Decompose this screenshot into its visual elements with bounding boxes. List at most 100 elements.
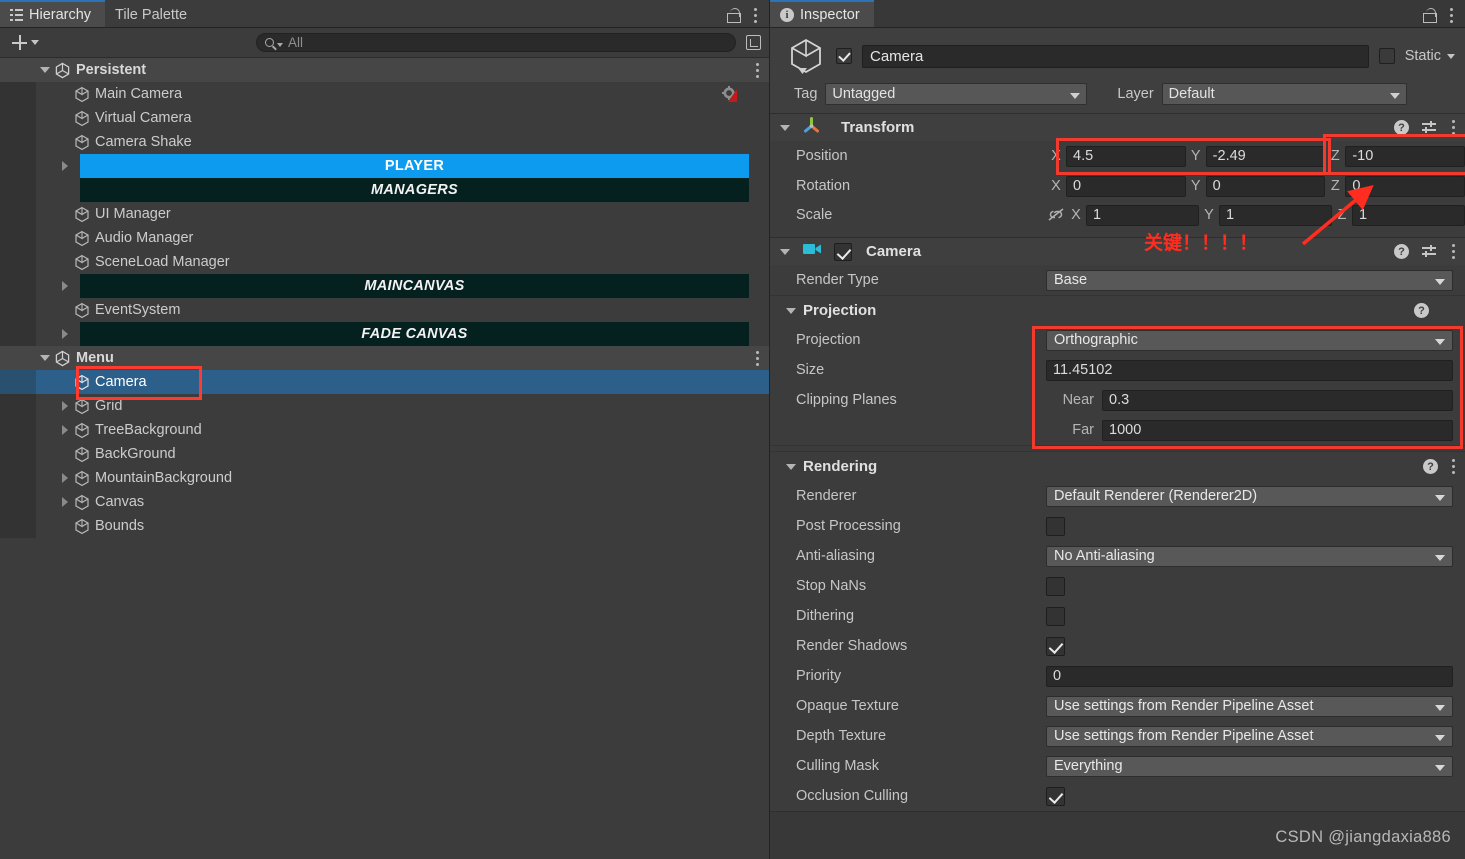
component-menu-icon[interactable] xyxy=(1451,458,1455,476)
help-icon[interactable]: ? xyxy=(1423,459,1438,474)
hierarchy-item-main-camera[interactable]: Main Camera xyxy=(0,82,769,106)
size-row: Size 11.45102 xyxy=(770,355,1465,385)
projection-label: Projection xyxy=(796,332,861,348)
scale-x-input[interactable]: 1 xyxy=(1086,204,1199,226)
hierarchy-item-fade-canvas[interactable]: FADE CANVAS xyxy=(0,322,769,346)
hierarchy-item-mountainbackground[interactable]: MountainBackground xyxy=(0,466,769,490)
hierarchy-icon xyxy=(10,9,23,21)
lock-icon[interactable] xyxy=(727,7,741,23)
component-menu-icon[interactable] xyxy=(1451,243,1455,261)
expand-arrow-menu[interactable] xyxy=(36,355,54,361)
expand-arrow-player[interactable] xyxy=(56,161,74,171)
rendering-section-header[interactable]: Rendering ? xyxy=(770,451,1465,481)
tag-dropdown[interactable]: Untagged xyxy=(825,83,1088,105)
hierarchy-label: MountainBackground xyxy=(95,470,233,486)
rotation-x-input[interactable]: 0 xyxy=(1066,175,1186,197)
post-processing-checkbox[interactable] xyxy=(1046,516,1065,536)
culling-mask-dropdown[interactable]: Everything xyxy=(1046,755,1453,777)
collapse-arrow-icon[interactable] xyxy=(786,463,796,470)
camera-enabled-checkbox[interactable] xyxy=(834,242,852,261)
hierarchy-item-managers[interactable]: MANAGERS xyxy=(0,178,769,202)
tab-hierarchy[interactable]: Hierarchy xyxy=(0,0,106,28)
stop-nans-checkbox[interactable] xyxy=(1046,576,1065,596)
hierarchy-item-background[interactable]: BackGround xyxy=(0,442,769,466)
projection-dropdown[interactable]: Orthographic xyxy=(1046,329,1453,351)
tab-inspector[interactable]: i Inspector xyxy=(770,0,874,28)
hierarchy-item-eventsystem[interactable]: EventSystem xyxy=(0,298,769,322)
collapse-arrow-icon[interactable] xyxy=(786,307,796,314)
collapse-arrow-icon[interactable] xyxy=(780,248,790,255)
lock-icon[interactable] xyxy=(1423,7,1437,23)
help-icon[interactable]: ? xyxy=(1394,120,1409,135)
search-input[interactable]: All xyxy=(256,33,736,52)
help-icon[interactable]: ? xyxy=(1414,303,1429,318)
priority-input[interactable]: 0 xyxy=(1046,665,1453,687)
scene-menu-persistent[interactable] xyxy=(755,61,759,79)
anti-aliasing-dropdown[interactable]: No Anti-aliasing xyxy=(1046,545,1453,567)
hierarchy-item-bounds[interactable]: Bounds xyxy=(0,514,769,538)
hierarchy-item-sceneload-manager[interactable]: SceneLoad Manager xyxy=(0,250,769,274)
scene-row-persistent[interactable]: Persistent xyxy=(0,58,769,82)
hierarchy-item-player[interactable]: PLAYER xyxy=(0,154,769,178)
collapse-arrow-icon[interactable] xyxy=(780,124,790,131)
static-checkbox[interactable] xyxy=(1378,48,1395,64)
hierarchy-item-grid[interactable]: Grid xyxy=(0,394,769,418)
hierarchy-tree: Persistent Main Camera Virtual Camera Ca… xyxy=(0,58,769,538)
hierarchy-item-treebackground[interactable]: TreeBackground xyxy=(0,418,769,442)
dithering-checkbox[interactable] xyxy=(1046,606,1065,626)
expand-arrow-treebackground[interactable] xyxy=(56,425,74,435)
depth-texture-dropdown[interactable]: Use settings from Render Pipeline Asset xyxy=(1046,725,1453,747)
add-gameobject-button[interactable] xyxy=(8,33,43,52)
help-icon[interactable]: ? xyxy=(1394,244,1409,259)
static-label: Static xyxy=(1404,48,1441,64)
layer-dropdown[interactable]: Default xyxy=(1161,83,1407,105)
position-z-input[interactable]: -10 xyxy=(1345,145,1465,167)
expand-arrow-mountainbackground[interactable] xyxy=(56,473,74,483)
expand-arrow-canvas[interactable] xyxy=(56,497,74,507)
hierarchy-item-audio-manager[interactable]: Audio Manager xyxy=(0,226,769,250)
static-dropdown[interactable]: Static xyxy=(1405,48,1455,64)
expand-arrow-fade-canvas[interactable] xyxy=(56,329,74,339)
panel-menu-icon[interactable] xyxy=(753,6,757,24)
search-expand-icon[interactable] xyxy=(746,35,761,50)
tab-inspector-label: Inspector xyxy=(800,7,860,23)
expand-arrow-grid[interactable] xyxy=(56,401,74,411)
hierarchy-item-camera[interactable]: Camera xyxy=(0,370,769,394)
expand-arrow-persistent[interactable] xyxy=(36,67,54,73)
occlusion-culling-checkbox[interactable] xyxy=(1046,786,1065,806)
far-label: Far xyxy=(1072,422,1094,438)
render-type-dropdown[interactable]: Base xyxy=(1046,269,1453,291)
transform-header[interactable]: Transform ? xyxy=(770,114,1465,141)
component-menu-icon[interactable] xyxy=(1451,119,1455,137)
preset-icon[interactable] xyxy=(1422,120,1438,135)
near-input[interactable]: 0.3 xyxy=(1102,389,1453,411)
opaque-texture-dropdown[interactable]: Use settings from Render Pipeline Asset xyxy=(1046,695,1453,717)
hierarchy-item-ui-manager[interactable]: UI Manager xyxy=(0,202,769,226)
gameobject-cube-icon[interactable] xyxy=(786,36,826,76)
position-y-input[interactable]: -2.49 xyxy=(1205,145,1326,167)
scene-row-menu[interactable]: Menu xyxy=(0,346,769,370)
projection-section-header[interactable]: Projection ? xyxy=(770,295,1465,325)
tag-label: Tag xyxy=(794,86,818,102)
post-processing-label: Post Processing xyxy=(796,518,901,534)
gameobject-name-input[interactable]: Camera xyxy=(862,44,1369,68)
position-x-input[interactable]: 4.5 xyxy=(1066,145,1186,167)
scene-menu-menu[interactable] xyxy=(755,349,759,367)
hierarchy-item-camera-shake[interactable]: Camera Shake xyxy=(0,130,769,154)
render-shadows-checkbox[interactable] xyxy=(1046,636,1065,656)
hierarchy-item-canvas[interactable]: Canvas xyxy=(0,490,769,514)
unlinked-scale-icon[interactable] xyxy=(1046,207,1066,223)
preset-icon[interactable] xyxy=(1422,244,1438,259)
gameobject-enabled-checkbox[interactable] xyxy=(836,48,852,64)
hierarchy-item-maincanvas[interactable]: MAINCANVAS xyxy=(0,274,769,298)
hierarchy-item-virtual-camera[interactable]: Virtual Camera xyxy=(0,106,769,130)
tab-tile-palette-label: Tile Palette xyxy=(115,7,188,23)
size-input[interactable]: 11.45102 xyxy=(1046,359,1453,381)
tab-tile-palette[interactable]: Tile Palette xyxy=(105,2,201,28)
search-filter-chevron-icon xyxy=(277,42,283,47)
panel-menu-icon[interactable] xyxy=(1449,6,1453,24)
renderer-dropdown[interactable]: Default Renderer (Renderer2D) xyxy=(1046,485,1453,507)
expand-arrow-maincanvas[interactable] xyxy=(56,281,74,291)
dithering-row: Dithering xyxy=(770,601,1465,631)
far-input[interactable]: 1000 xyxy=(1102,419,1453,441)
